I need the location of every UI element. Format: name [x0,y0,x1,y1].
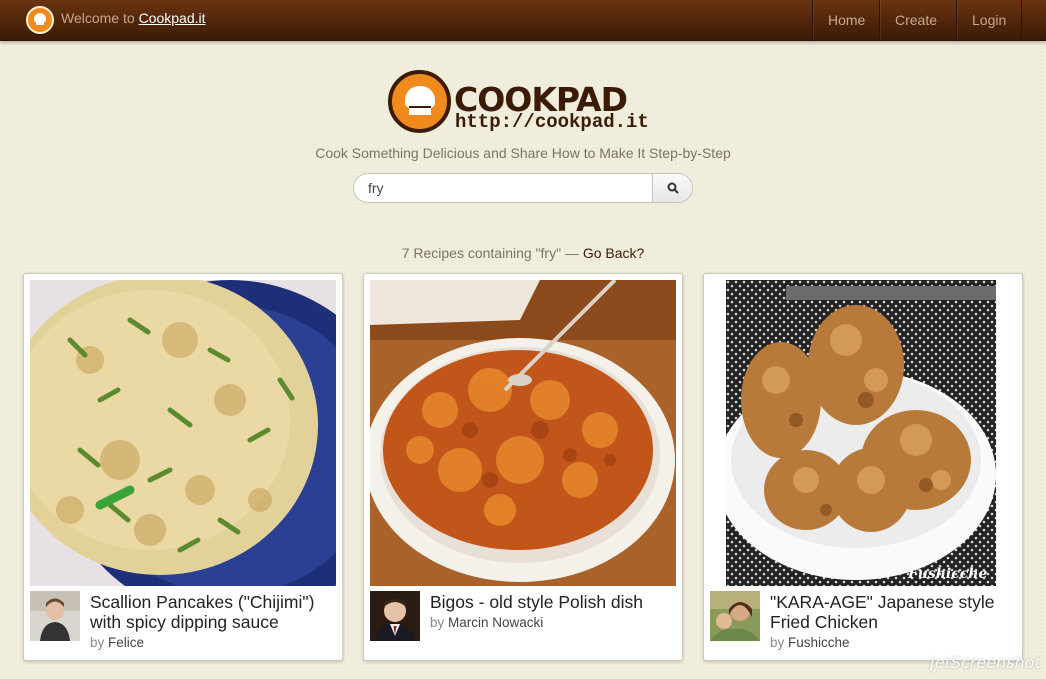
recipe-photo-scallion-pancake[interactable] [30,280,336,586]
welcome-text: Welcome to Cookpad.it [61,10,206,26]
recipe-author-line: by Fushicche [770,635,850,650]
nav-create[interactable]: Create [879,0,956,41]
search-icon [667,182,679,194]
recipe-author[interactable]: Marcin Nowacki [448,615,543,630]
recipe-card[interactable]: Scallion Pancakes ("Chijimi") with spicy… [23,273,343,661]
welcome-prefix: Welcome to [61,10,135,26]
recipe-title[interactable]: Scallion Pancakes ("Chijimi") with spicy… [90,592,334,632]
go-back-link[interactable]: Go Back? [583,245,644,261]
by-label: by [90,635,105,650]
nav-home[interactable]: Home [812,0,879,41]
main-nav: Home Create Login [812,0,1022,41]
results-count-text: 7 Recipes containing "fry" — [401,245,579,261]
recipe-author-line: by Felice [90,635,144,650]
search-input[interactable] [354,174,652,202]
cookpad-logo-icon[interactable] [26,6,54,34]
results-summary: 7 Recipes containing "fry" — Go Back? [0,245,1046,261]
recipe-title[interactable]: Bigos - old style Polish dish [430,592,674,612]
watermark-text: JetScreenshot [930,653,1041,672]
author-avatar[interactable] [30,591,80,641]
nav-login[interactable]: Login [956,0,1022,41]
author-avatar[interactable] [710,591,760,641]
recipe-card[interactable]: Fushicche "KARA-AGE" Japanese style Frie… [703,273,1023,661]
search-button[interactable] [652,174,692,202]
by-label: by [770,635,785,650]
top-navbar: Welcome to Cookpad.it Home Create Login [0,0,1046,41]
brand-url: http://cookpad.it [455,111,649,133]
author-avatar[interactable] [370,591,420,641]
recipe-card[interactable]: Bigos - old style Polish dish by Marcin … [363,273,683,661]
by-label: by [430,615,445,630]
recipe-author[interactable]: Felice [108,635,144,650]
search-box [353,173,693,203]
photo-credit-text: Fushicche [907,566,987,582]
chef-hat-logo-icon[interactable] [388,70,451,133]
recipe-author-line: by Marcin Nowacki [430,615,543,630]
site-home-link[interactable]: Cookpad.it [139,10,206,26]
recipe-author[interactable]: Fushicche [788,635,850,650]
screenshot-watermark: JetScreenshot [930,625,1041,677]
recipe-photo-karaage[interactable]: Fushicche [726,280,996,586]
recipe-photo-bigos[interactable] [370,280,676,586]
tagline: Cook Something Delicious and Share How t… [315,145,731,161]
